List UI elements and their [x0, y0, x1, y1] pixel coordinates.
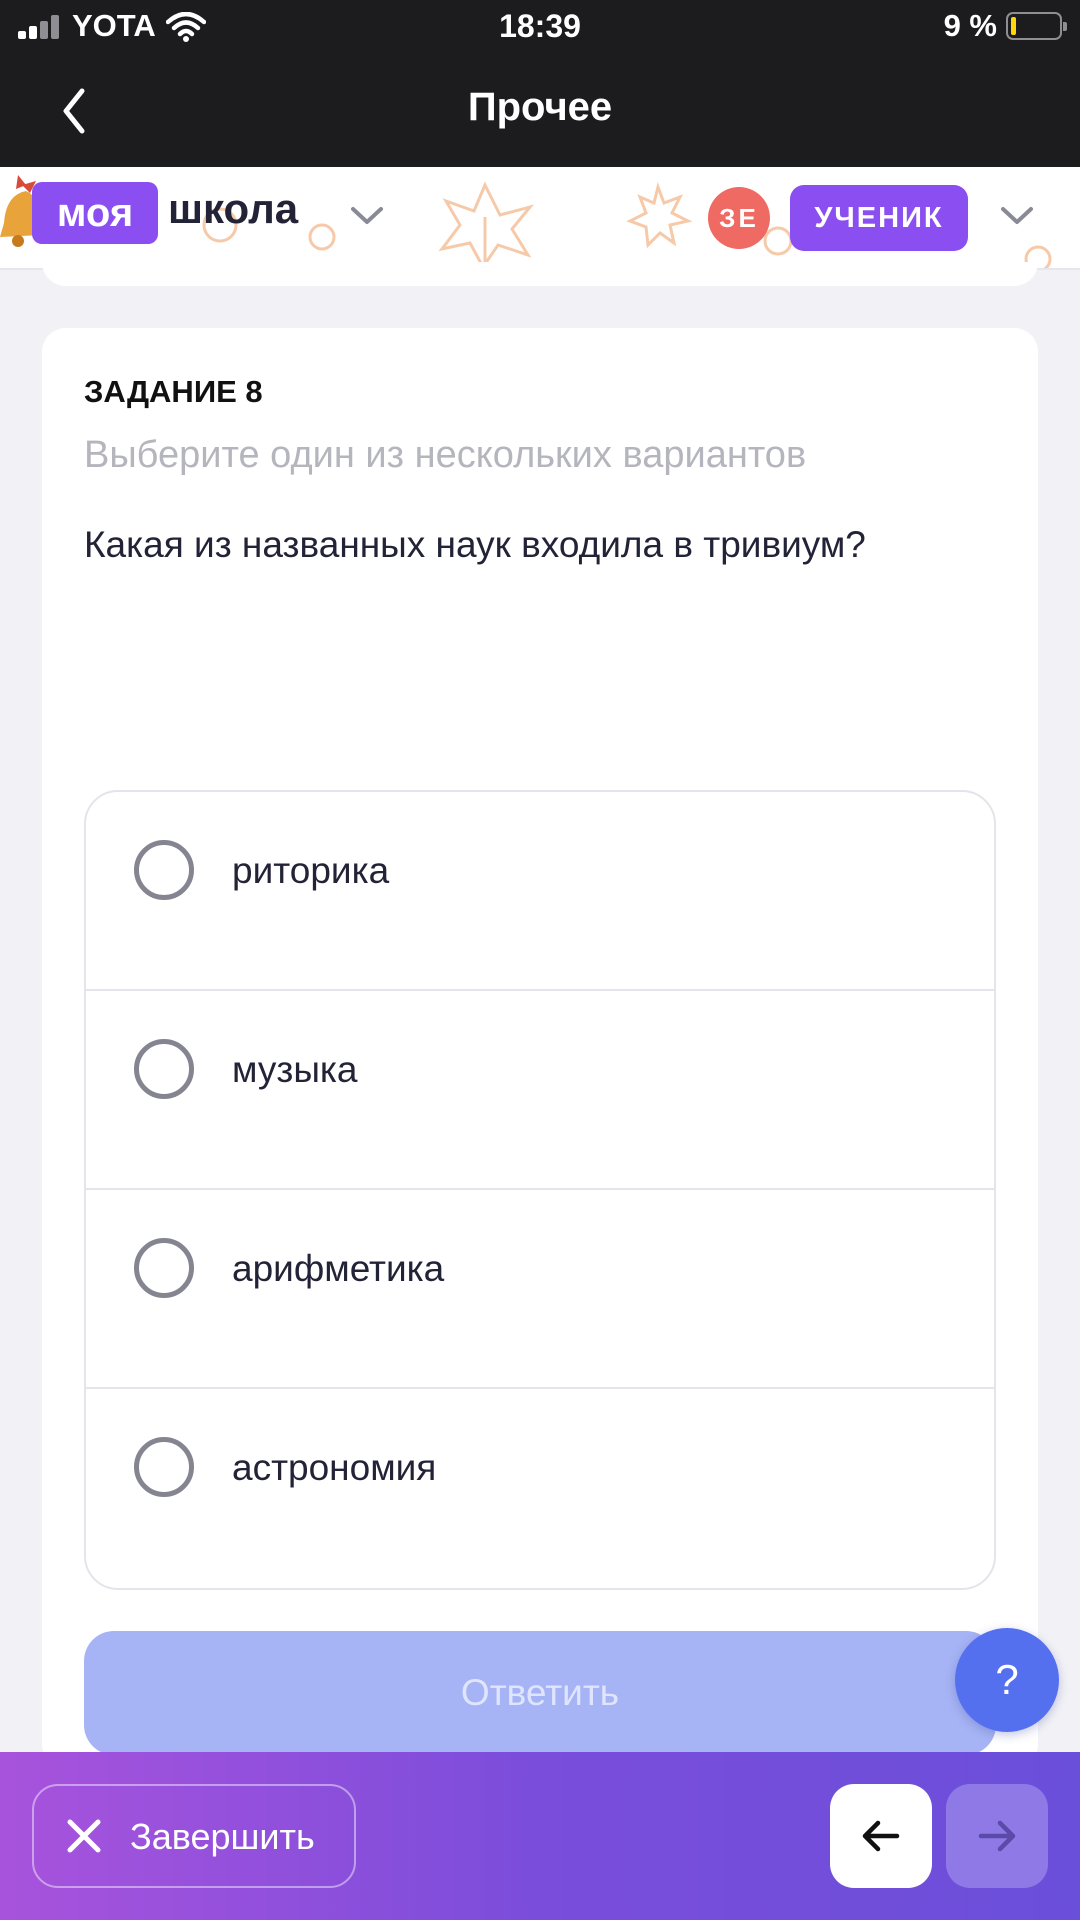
role-button[interactable]: УЧЕНИК — [790, 185, 968, 251]
option-label: риторика — [232, 850, 390, 891]
app-header: моя школа ЗЕ УЧЕНИК — [0, 167, 1080, 270]
option-label: арифметика — [232, 1248, 445, 1289]
option-item[interactable]: музыка — [86, 991, 994, 1190]
arrow-right-icon — [978, 1820, 1016, 1852]
previous-card-edge — [42, 262, 1038, 286]
navigation-bar: Прочее — [0, 55, 1080, 167]
avatar[interactable]: ЗЕ — [708, 187, 770, 249]
help-button[interactable]: ? — [955, 1628, 1059, 1732]
task-card: ЗАДАНИЕ 8 Выберите один из нескольких ва… — [42, 328, 1038, 1768]
chevron-down-icon[interactable] — [1000, 205, 1034, 227]
status-bar: YOTA 18:39 9 % — [0, 0, 1080, 55]
task-hint: Выберите один из нескольких вариантов — [84, 434, 807, 476]
close-icon — [67, 1819, 101, 1853]
option-item[interactable]: риторика — [86, 792, 994, 991]
previous-task-button[interactable] — [830, 1784, 932, 1888]
page-title: Прочее — [467, 85, 613, 129]
battery-percent: 9 % — [943, 8, 997, 43]
option-item[interactable]: арифметика — [86, 1190, 994, 1389]
task-number: ЗАДАНИЕ 8 — [84, 374, 263, 409]
arrow-left-icon — [862, 1820, 900, 1852]
question-text: Какая из названных наук входила в тривиу… — [84, 524, 866, 565]
option-label: музыка — [232, 1049, 358, 1090]
option-label: астрономия — [232, 1447, 437, 1488]
radio-button[interactable] — [134, 1238, 194, 1298]
radio-button[interactable] — [134, 840, 194, 900]
finish-button[interactable]: Завершить — [32, 1784, 356, 1888]
clock: 18:39 — [499, 8, 581, 44]
answer-button[interactable]: Ответить — [84, 1631, 996, 1755]
battery-icon — [1006, 12, 1067, 40]
logo-shkola: школа — [168, 185, 299, 232]
option-item[interactable]: астрономия — [86, 1389, 994, 1588]
logo-moya: моя — [32, 182, 158, 244]
radio-button[interactable] — [134, 1039, 194, 1099]
answer-options: риторика музыка арифметика астрономия — [84, 790, 996, 1590]
finish-label: Завершить — [130, 1816, 315, 1857]
next-task-button[interactable] — [946, 1784, 1048, 1888]
bottom-bar: Завершить — [0, 1752, 1080, 1920]
radio-button[interactable] — [134, 1437, 194, 1497]
chevron-down-icon[interactable] — [350, 205, 384, 227]
